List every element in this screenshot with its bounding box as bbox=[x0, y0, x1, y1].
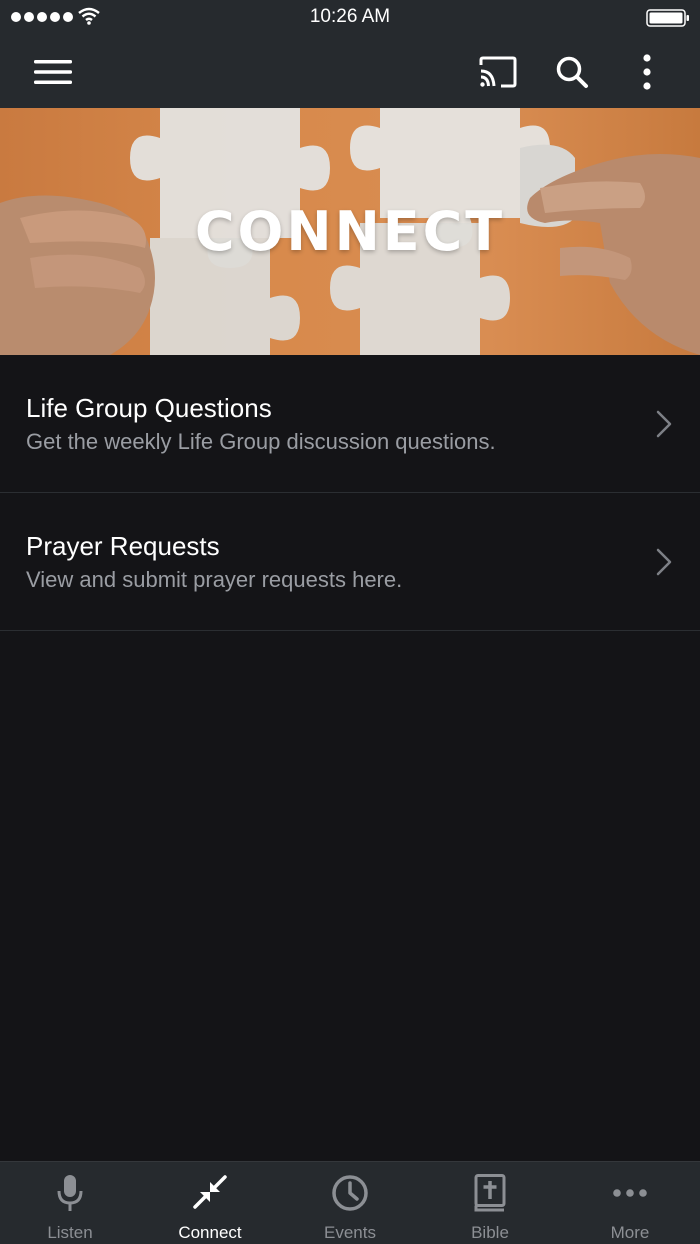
more-vert-icon bbox=[643, 54, 651, 90]
connect-list: Life Group Questions Get the weekly Life… bbox=[0, 355, 700, 631]
hamburger-menu-icon bbox=[34, 60, 72, 84]
tab-label: Bible bbox=[471, 1223, 509, 1242]
list-item-subtitle: Get the weekly Life Group discussion que… bbox=[26, 429, 496, 454]
list-item-life-group-questions[interactable]: Life Group Questions Get the weekly Life… bbox=[0, 355, 700, 493]
hero-title: CONNECT bbox=[194, 200, 506, 263]
chevron-right-icon bbox=[656, 548, 672, 576]
tab-more[interactable]: More bbox=[560, 1162, 700, 1244]
status-bar: 10:26 AM bbox=[0, 0, 700, 36]
search-button[interactable] bbox=[544, 36, 600, 108]
microphone-icon bbox=[57, 1175, 83, 1211]
tab-events[interactable]: Events bbox=[280, 1162, 420, 1244]
connect-screen: 10:26 AM CONNECT Life Group Questions Ge… bbox=[0, 0, 700, 1244]
list-item-title: Life Group Questions bbox=[26, 393, 272, 423]
cast-button[interactable] bbox=[468, 36, 528, 108]
tab-label: More bbox=[610, 1223, 650, 1242]
list-item-title: Prayer Requests bbox=[26, 531, 220, 561]
list-item-prayer-requests[interactable]: Prayer Requests View and submit prayer r… bbox=[0, 493, 700, 631]
bottom-tab-bar: Listen Connect Events Bible More bbox=[0, 1161, 700, 1244]
status-time: 10:26 AM bbox=[309, 6, 391, 27]
tab-connect[interactable]: Connect bbox=[140, 1162, 280, 1244]
list-item-subtitle: View and submit prayer requests here. bbox=[26, 567, 403, 592]
tab-bible[interactable]: Bible bbox=[420, 1162, 560, 1244]
top-app-bar bbox=[0, 36, 700, 108]
battery-icon bbox=[646, 9, 689, 27]
cast-icon bbox=[479, 56, 517, 88]
overflow-menu-button[interactable] bbox=[622, 36, 672, 108]
search-icon bbox=[556, 56, 588, 88]
hero-banner: CONNECT bbox=[0, 108, 700, 355]
chevron-right-icon bbox=[656, 410, 672, 438]
more-dots-icon bbox=[613, 1189, 647, 1197]
tab-label: Connect bbox=[178, 1223, 242, 1242]
clock-icon bbox=[332, 1175, 368, 1211]
tab-label: Listen bbox=[47, 1223, 93, 1242]
bible-icon bbox=[474, 1174, 506, 1212]
connect-arrows-icon bbox=[193, 1175, 227, 1209]
tab-label: Events bbox=[324, 1223, 376, 1242]
tab-listen[interactable]: Listen bbox=[0, 1162, 140, 1244]
menu-button[interactable] bbox=[24, 36, 82, 108]
